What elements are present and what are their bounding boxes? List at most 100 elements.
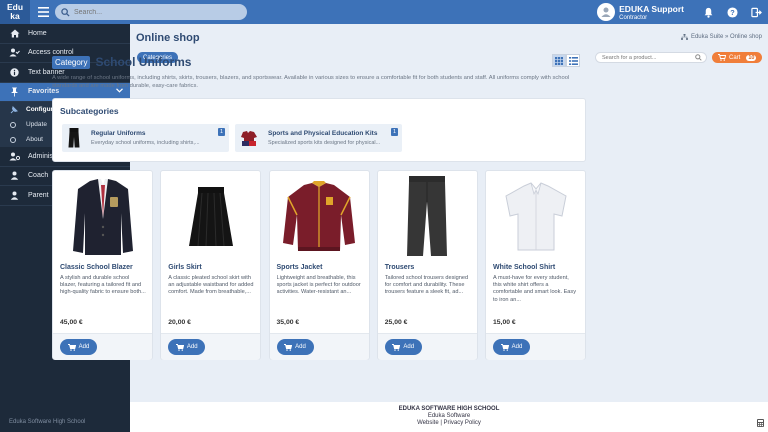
sidebar-item-label: Coach — [28, 172, 49, 180]
product-description: Tailored school trousers designed for co… — [384, 275, 469, 296]
sidebar-item-label: Parent — [28, 191, 49, 199]
product-name[interactable]: Trousers — [385, 264, 415, 271]
product-price: 35,00 € — [276, 319, 300, 326]
circle-icon — [10, 136, 16, 143]
product-name[interactable]: Girls Skirt — [168, 264, 201, 271]
product-price: 20,00 € — [168, 319, 191, 326]
breadcrumb: Eduka Suite » Online shop — [680, 34, 762, 40]
product-description: A classic pleated school skirt with an a… — [168, 275, 254, 296]
footer-school-name: EDUKA SOFTWARE HIGH SCHOOL — [398, 406, 500, 412]
product-card[interactable]: Trousers Tailored school trousers design… — [376, 170, 478, 360]
cart-count-badge: 10 — [746, 54, 757, 61]
add-to-cart-button[interactable]: Add — [493, 339, 530, 355]
user-info[interactable]: EDUKA Support Contractor — [619, 4, 684, 21]
add-label: Add — [511, 344, 523, 350]
product-name[interactable]: Classic School Blazer — [60, 264, 133, 271]
user-name: EDUKA Support — [619, 3, 684, 14]
sidebar-item-home[interactable]: Home — [0, 24, 130, 44]
menu-toggle-button[interactable] — [33, 0, 53, 24]
add-label: Add — [403, 344, 415, 350]
cart-label: Cart — [729, 54, 741, 61]
footer-company: Eduka Software — [427, 413, 471, 419]
svg-text:?: ? — [730, 7, 735, 16]
subcategory-count-badge: 1 — [390, 128, 398, 136]
subcategory-name: Sports and Physical Education Kits — [268, 130, 378, 137]
category-header: Category School Uniforms — [52, 55, 191, 69]
product-actions: Add — [269, 333, 369, 360]
subcategory-count-badge: 1 — [217, 128, 225, 136]
cart-icon — [175, 343, 184, 351]
cart-icon — [284, 343, 293, 351]
product-search-input[interactable] — [602, 54, 692, 61]
add-to-cart-button[interactable]: Add — [60, 339, 97, 355]
logo-text-2: ka — [10, 11, 20, 21]
product-search[interactable] — [595, 52, 707, 63]
subcategory-item[interactable]: Regular Uniforms Everyday school uniform… — [62, 124, 229, 152]
product-card[interactable]: Classic School Blazer A stylish and dura… — [52, 170, 153, 360]
list-view-button[interactable] — [566, 54, 580, 67]
blazer-image — [53, 175, 152, 259]
user-icon — [9, 170, 20, 181]
category-description: A wide range of school uniforms, includi… — [52, 75, 570, 89]
info-icon — [9, 67, 20, 78]
submenu-item-label: Update — [26, 121, 47, 128]
bell-icon — [704, 7, 712, 18]
breadcrumb-text[interactable]: Eduka Suite » Online shop — [691, 34, 762, 40]
app-logo[interactable]: Edu ka — [0, 0, 30, 24]
category-name: School Uniforms — [95, 55, 192, 69]
search-icon — [61, 7, 70, 17]
product-grid: Classic School Blazer A stylish and dura… — [52, 170, 586, 360]
logout-button[interactable] — [744, 0, 768, 24]
category-tag: Category — [52, 55, 91, 69]
add-to-cart-button[interactable]: Add — [384, 339, 422, 355]
product-actions: Add — [486, 333, 585, 360]
submenu-item-label: About — [26, 136, 43, 143]
product-card[interactable]: Sports Jacket Lightweight and breathable… — [268, 170, 370, 360]
calculator-icon[interactable] — [757, 419, 764, 429]
product-actions: Add — [53, 333, 152, 360]
global-search[interactable] — [55, 4, 247, 20]
list-icon — [568, 56, 578, 65]
home-icon — [9, 28, 20, 39]
user-avatar-icon — [601, 7, 611, 17]
grid-view-button[interactable] — [552, 54, 566, 67]
subcategory-item[interactable]: Sports and Physical Education Kits Speci… — [235, 124, 402, 152]
trousers-image — [378, 175, 477, 259]
page-title: Online shop — [136, 32, 200, 44]
add-to-cart-button[interactable]: Add — [168, 339, 206, 355]
subcategories-title: Subcategories — [60, 106, 119, 116]
user-check-icon — [9, 47, 20, 58]
avatar[interactable] — [597, 3, 616, 21]
product-price: 45,00 € — [60, 319, 83, 326]
subcategory-name: Regular Uniforms — [91, 130, 146, 137]
global-search-input[interactable] — [74, 8, 224, 16]
product-name[interactable]: White School Shirt — [493, 264, 555, 271]
pin-icon — [9, 86, 20, 97]
cart-button[interactable]: Cart 10 — [712, 52, 762, 63]
subcategory-description: Everyday school uniforms, including shir… — [91, 140, 200, 146]
notifications-button[interactable] — [696, 0, 720, 24]
product-actions: Add — [377, 333, 477, 360]
add-label: Add — [186, 344, 198, 350]
regular-uniform-thumbnail — [67, 128, 81, 148]
product-description: Lightweight and breathable, this sports … — [276, 275, 361, 296]
page-footer: EDUKA SOFTWARE HIGH SCHOOL Eduka Softwar… — [130, 402, 768, 432]
product-card[interactable]: White School Shirt A must-have for every… — [485, 170, 586, 360]
sports-jacket-image — [270, 175, 369, 259]
subcategory-description: Specialized sports kits designed for phy… — [268, 140, 381, 146]
sports-kit-thumbnail — [240, 128, 258, 148]
product-name[interactable]: Sports Jacket — [277, 264, 323, 271]
product-price: 15,00 € — [493, 319, 516, 326]
product-actions: Add — [161, 333, 261, 360]
product-card[interactable]: Girls Skirt A classic pleated school ski… — [160, 170, 262, 360]
help-button[interactable]: ? — [720, 0, 744, 24]
help-icon: ? — [726, 6, 738, 18]
cart-icon — [392, 343, 401, 351]
subcategories-panel: Subcategories Regular Uniforms Everyday … — [52, 98, 586, 162]
grid-icon — [555, 56, 563, 65]
add-to-cart-button[interactable]: Add — [276, 339, 314, 355]
footer-links[interactable]: Website | Privacy Policy — [130, 420, 768, 426]
user-role: Contractor — [619, 14, 648, 21]
hamburger-icon — [37, 7, 49, 17]
logout-icon — [750, 7, 762, 17]
